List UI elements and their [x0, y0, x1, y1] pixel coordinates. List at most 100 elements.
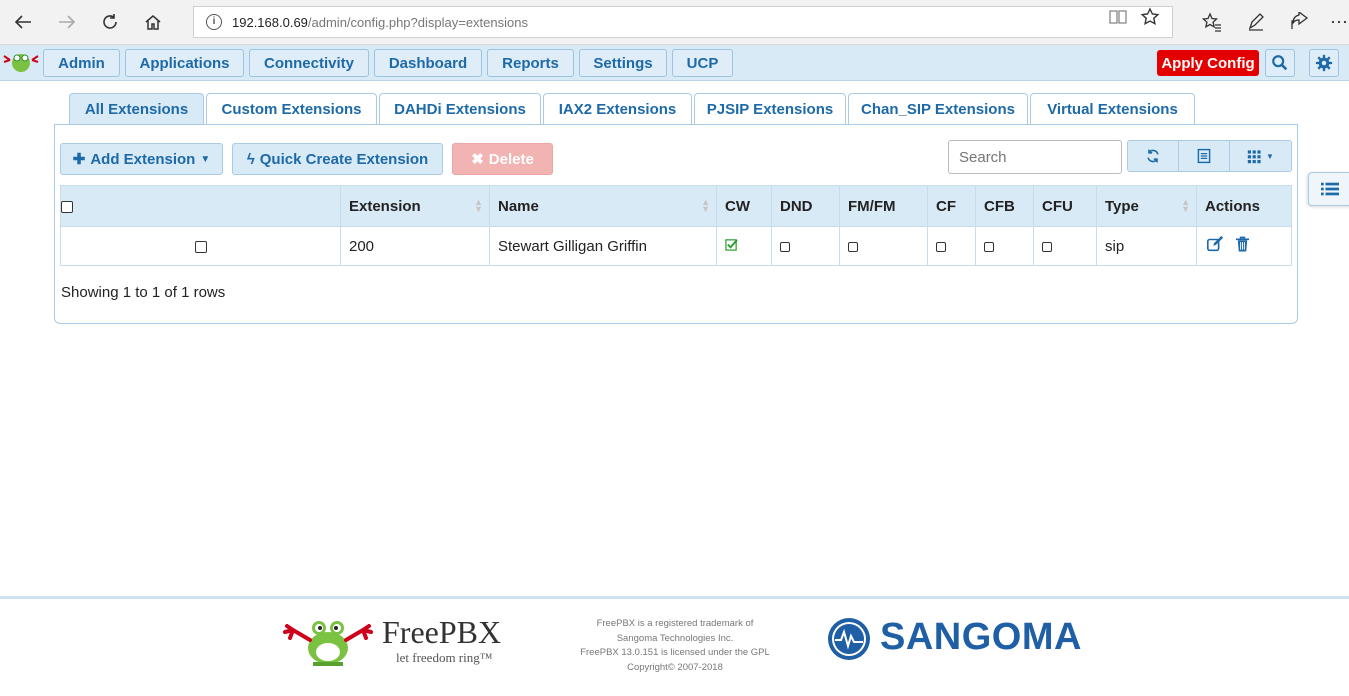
nav-dashboard[interactable]: Dashboard	[374, 49, 482, 77]
header-cf: CF	[927, 185, 976, 227]
cw-checked-icon[interactable]	[725, 238, 738, 255]
toggle-view-icon[interactable]	[1178, 140, 1230, 172]
freepbx-frog-logo	[283, 621, 373, 666]
search-input[interactable]	[948, 140, 1122, 174]
nav-admin[interactable]: Admin	[43, 49, 120, 77]
add-extension-button[interactable]: ✚ Add Extension ▼	[60, 143, 223, 175]
back-icon[interactable]	[8, 7, 38, 37]
legal-notice: FreePBX is a registered trademark of San…	[560, 617, 790, 675]
caret-down-icon: ▼	[1266, 151, 1274, 161]
nav-connectivity[interactable]: Connectivity	[249, 49, 369, 77]
favorite-star-icon[interactable]	[1140, 7, 1160, 27]
legal-line: Copyright© 2007-2018	[627, 661, 723, 673]
header-cfu: CFU	[1033, 185, 1097, 227]
delete-button[interactable]: ✖ Delete	[452, 143, 553, 175]
sort-icon: ▲ ▼	[1181, 197, 1190, 214]
sangoma-brand: SANGOMA	[880, 616, 1082, 658]
bolt-icon: ϟ	[246, 150, 255, 168]
actions-cell	[1196, 226, 1292, 266]
sort-icon: ▲ ▼	[701, 197, 710, 214]
header-type[interactable]: Type ▲ ▼	[1096, 185, 1197, 227]
share-icon[interactable]	[1285, 8, 1313, 36]
header-actions: Actions	[1196, 185, 1292, 227]
browser-toolbar: i 192.168.0.69/admin/config.php?display=…	[0, 0, 1349, 45]
name-cell: Stewart Gilligan Griffin	[489, 226, 717, 266]
freepbx-brand: FreePBX	[382, 614, 502, 650]
nav-ucp[interactable]: UCP	[672, 49, 733, 77]
quick-create-label: Quick Create Extension	[259, 150, 429, 168]
cfb-checkbox[interactable]	[984, 241, 994, 252]
address-bar[interactable]: i 192.168.0.69/admin/config.php?display=…	[193, 6, 1173, 38]
select-all-header	[60, 185, 341, 227]
freepbx-frog-logo[interactable]	[2, 50, 40, 76]
sangoma-logo-icon	[828, 618, 870, 660]
tab-iax2-extensions[interactable]: IAX2 Extensions	[543, 93, 692, 125]
search-icon[interactable]	[1265, 49, 1295, 77]
row-select-checkbox[interactable]	[194, 240, 207, 253]
table-row: 200 Stewart Gilligan Griffin sip	[60, 226, 1292, 266]
freepbx-tagline: let freedom ring™	[396, 650, 493, 665]
add-extension-label: Add Extension	[90, 150, 196, 168]
delete-label: Delete	[488, 150, 534, 168]
header-extension[interactable]: Extension ▲ ▼	[340, 185, 490, 227]
pagination-info: Showing 1 to 1 of 1 rows	[61, 284, 226, 301]
header-fmfm: FM/FM	[839, 185, 928, 227]
plus-icon: ✚	[72, 151, 86, 168]
url-host: 192.168.0.69	[232, 14, 308, 30]
pen-icon[interactable]	[1242, 8, 1270, 36]
cfu-cell	[1033, 226, 1097, 266]
tab-chansip-extensions[interactable]: Chan_SIP Extensions	[848, 93, 1028, 125]
list-sidebar-toggle-icon[interactable]	[1308, 172, 1349, 206]
table-header-row: Extension ▲ ▼ Name ▲ ▼ CW DND FM/FM CF CFB C…	[60, 185, 1292, 227]
header-cfb: CFB	[975, 185, 1034, 227]
dnd-cell	[771, 226, 840, 266]
header-dnd: DND	[771, 185, 840, 227]
header-cw: CW	[716, 185, 772, 227]
cfu-checkbox[interactable]	[1042, 241, 1052, 252]
quick-create-extension-button[interactable]: ϟ Quick Create Extension	[232, 143, 443, 175]
reading-view-icon[interactable]	[1108, 7, 1128, 27]
sort-icon: ▲ ▼	[474, 197, 483, 214]
extensions-table: Extension ▲ ▼ Name ▲ ▼ CW DND FM/FM CF CFB C…	[60, 185, 1292, 266]
url-text: 192.168.0.69/admin/config.php?display=ex…	[232, 15, 528, 30]
select-all-checkbox[interactable]	[61, 200, 73, 213]
refresh-table-icon[interactable]	[1127, 140, 1179, 172]
legal-line: FreePBX 13.0.151 is licensed under the G…	[580, 647, 770, 658]
columns-icon[interactable]: ▼	[1229, 140, 1292, 172]
fmfm-checkbox[interactable]	[848, 241, 858, 252]
url-path: /admin/config.php?display=extensions	[307, 14, 528, 30]
type-cell: sip	[1096, 226, 1197, 266]
caret-down-icon: ▼	[200, 153, 211, 165]
edit-icon[interactable]	[1205, 235, 1225, 257]
nav-settings[interactable]: Settings	[579, 49, 667, 77]
app-navbar: Admin Applications Connectivity Dashboar…	[0, 45, 1349, 81]
tab-all-extensions[interactable]: All Extensions	[69, 93, 204, 125]
tab-dahdi-extensions[interactable]: DAHDi Extensions	[379, 93, 541, 125]
cfb-cell	[975, 226, 1034, 266]
nav-reports[interactable]: Reports	[487, 49, 574, 77]
row-select-cell	[60, 226, 341, 266]
legal-line: FreePBX is a registered trademark of	[596, 618, 754, 629]
refresh-icon[interactable]	[95, 7, 125, 37]
dnd-checkbox[interactable]	[780, 241, 790, 252]
gear-icon[interactable]	[1309, 49, 1339, 77]
cf-checkbox[interactable]	[936, 241, 946, 252]
trash-icon[interactable]	[1235, 235, 1250, 257]
times-icon: ✖	[471, 151, 484, 168]
home-icon[interactable]	[138, 7, 168, 37]
apply-config-button[interactable]: Apply Config	[1157, 50, 1259, 76]
fmfm-cell	[839, 226, 928, 266]
more-icon[interactable]: ⋯	[1325, 8, 1349, 36]
extension-cell: 200	[340, 226, 490, 266]
tab-virtual-extensions[interactable]: Virtual Extensions	[1030, 93, 1195, 125]
forward-icon[interactable]	[52, 7, 82, 37]
nav-applications[interactable]: Applications	[125, 49, 244, 77]
header-name[interactable]: Name ▲ ▼	[489, 185, 717, 227]
site-info-icon[interactable]: i	[206, 14, 222, 30]
legal-line: Sangoma Technologies Inc.	[616, 632, 734, 644]
cw-cell	[716, 226, 772, 266]
tab-pjsip-extensions[interactable]: PJSIP Extensions	[694, 93, 846, 125]
tab-custom-extensions[interactable]: Custom Extensions	[206, 93, 377, 125]
favorites-hub-icon[interactable]	[1198, 8, 1226, 36]
cf-cell	[927, 226, 976, 266]
